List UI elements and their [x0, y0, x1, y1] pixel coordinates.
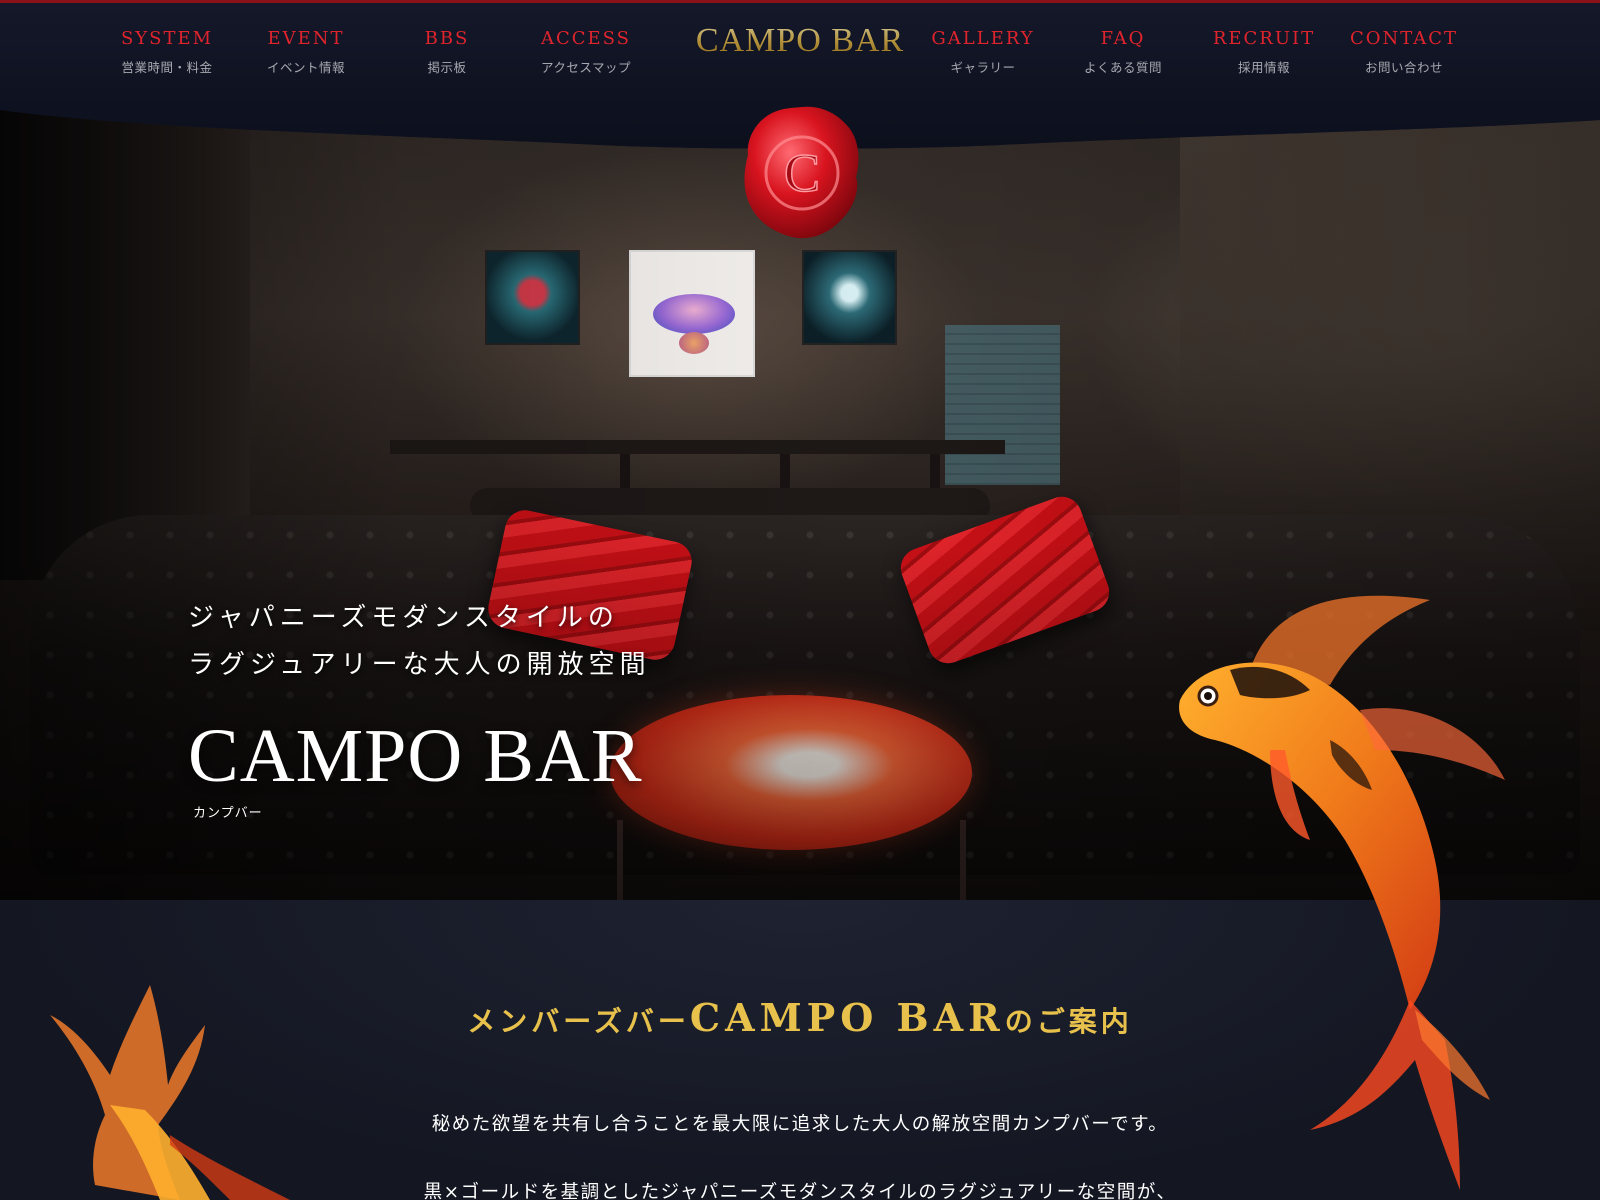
nav-recruit[interactable]: RECRUIT 採用情報: [1194, 28, 1334, 76]
nav-faq[interactable]: FAQ よくある質問: [1053, 28, 1193, 76]
nav-label-jp: 営業時間・料金: [121, 60, 213, 75]
nav-label-en: ACCESS: [540, 28, 632, 49]
nav-label-jp: よくある質問: [1083, 60, 1162, 75]
nav-gallery[interactable]: GALLERY ギャラリー: [913, 28, 1053, 76]
nav-label-jp: イベント情報: [266, 60, 345, 75]
nav-label-en: RECRUIT: [1212, 28, 1316, 49]
hero-kana: カンプバー: [193, 806, 263, 821]
about-text-line1: 秘めた欲望を共有し合うことを最大限に追求した大人の解放空間カンプバーです。: [431, 1114, 1169, 1135]
nav-system[interactable]: SYSTEM 営業時間・料金: [97, 28, 237, 76]
nav-label-en: FAQ: [1100, 28, 1146, 49]
nav-label-en: EVENT: [267, 28, 345, 49]
nav-contact[interactable]: CONTACT お問い合わせ: [1334, 28, 1474, 76]
nav-access[interactable]: ACCESS アクセスマップ: [516, 28, 656, 76]
about-title: メンバーズバーCAMPO BARのご案内: [0, 995, 1600, 1040]
nav-label-en: BBS: [424, 28, 470, 49]
nav-label-jp: 採用情報: [1237, 60, 1290, 75]
nav-label-jp: アクセスマップ: [540, 60, 631, 75]
hero-tagline: ジャパニーズモダンスタイルの ラグジュアリーな大人の開放空間: [188, 595, 651, 689]
nav-bbs[interactable]: BBS 掲示板: [377, 28, 517, 76]
about-title-prefix: メンバーズバー: [467, 1005, 690, 1038]
nav-event[interactable]: EVENT イベント情報: [236, 28, 376, 76]
about-section: [0, 900, 1600, 1200]
wax-seal-icon: C: [744, 106, 859, 239]
hero-tagline-line2: ラグジュアリーな大人の開放空間: [188, 650, 651, 680]
about-text-line2: 黒×ゴールドを基調としたジャパニーズモダンスタイルのラグジュアリーな空間が、: [423, 1182, 1177, 1200]
seal-letter: C: [784, 143, 820, 203]
about-title-suffix: のご案内: [1004, 1005, 1133, 1038]
nav-label-en: CONTACT: [1349, 28, 1459, 49]
nav-label-jp: お問い合わせ: [1364, 60, 1443, 75]
site-logo[interactable]: CAMPO BAR: [690, 22, 910, 60]
nav-label-jp: 掲示板: [427, 60, 467, 75]
nav-label-jp: ギャラリー: [950, 60, 1016, 75]
nav-label-en: SYSTEM: [120, 28, 214, 49]
about-title-main: CAMPO BAR: [689, 995, 1005, 1040]
nav-label-en: GALLERY: [931, 28, 1035, 49]
hero-tagline-line1: ジャパニーズモダンスタイルの: [188, 603, 619, 633]
hero-title: CAMPO BAR: [188, 714, 643, 798]
